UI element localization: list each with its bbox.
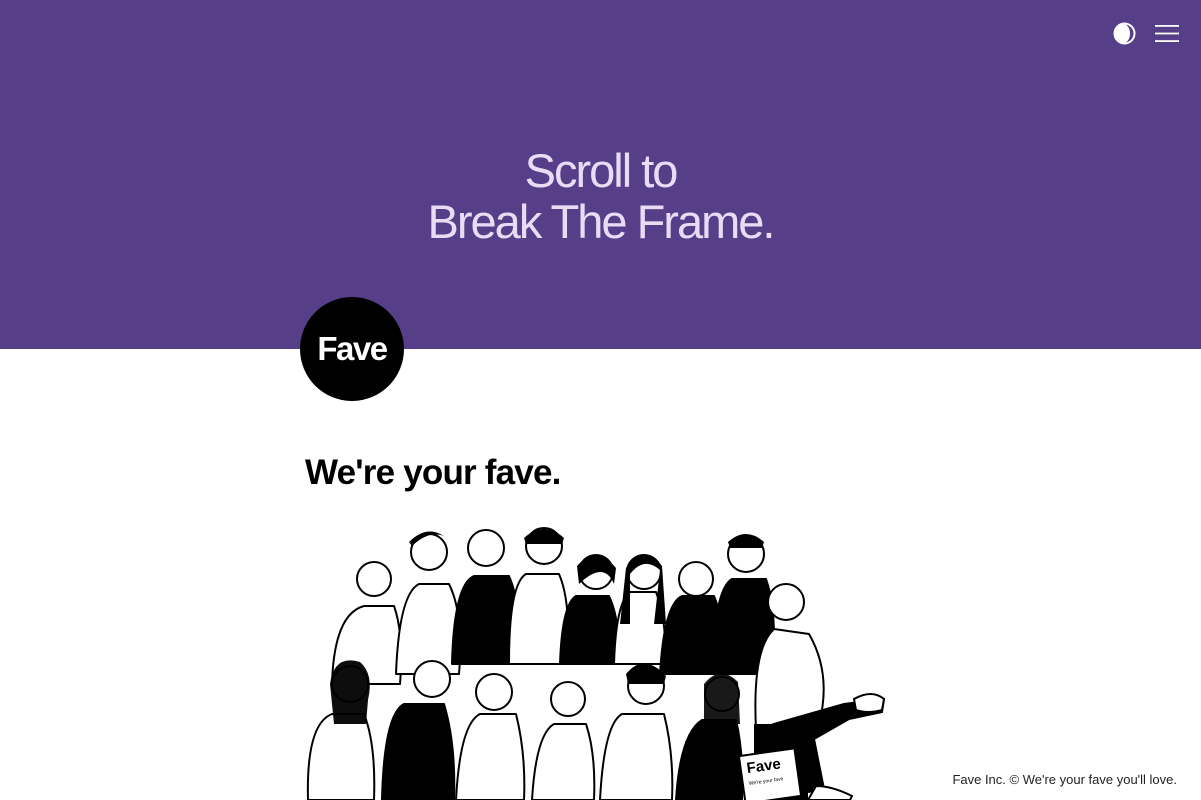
team-illustration: Fave We're your fave — [306, 527, 886, 800]
half-moon-contrast-icon — [1113, 22, 1136, 45]
hero-section: Scroll to Break The Frame. — [0, 0, 1201, 349]
theme-toggle-button[interactable] — [1112, 21, 1137, 46]
menu-button[interactable] — [1154, 24, 1180, 43]
hero-title-line-1: Scroll to — [524, 144, 679, 198]
footer-copyright: Fave Inc. © We're your fave you'll love. — [952, 772, 1177, 787]
logo-text: Fave — [317, 330, 388, 367]
hero-title: Scroll to Break The Frame. — [0, 145, 1201, 247]
hero-title-line-2: Break The Frame. — [427, 195, 776, 249]
section-heading: We're your fave. — [305, 453, 561, 492]
hamburger-menu-icon — [1155, 25, 1179, 42]
fave-sign: Fave We're your fave — [737, 747, 803, 800]
fave-logo[interactable]: Fave — [300, 297, 404, 401]
